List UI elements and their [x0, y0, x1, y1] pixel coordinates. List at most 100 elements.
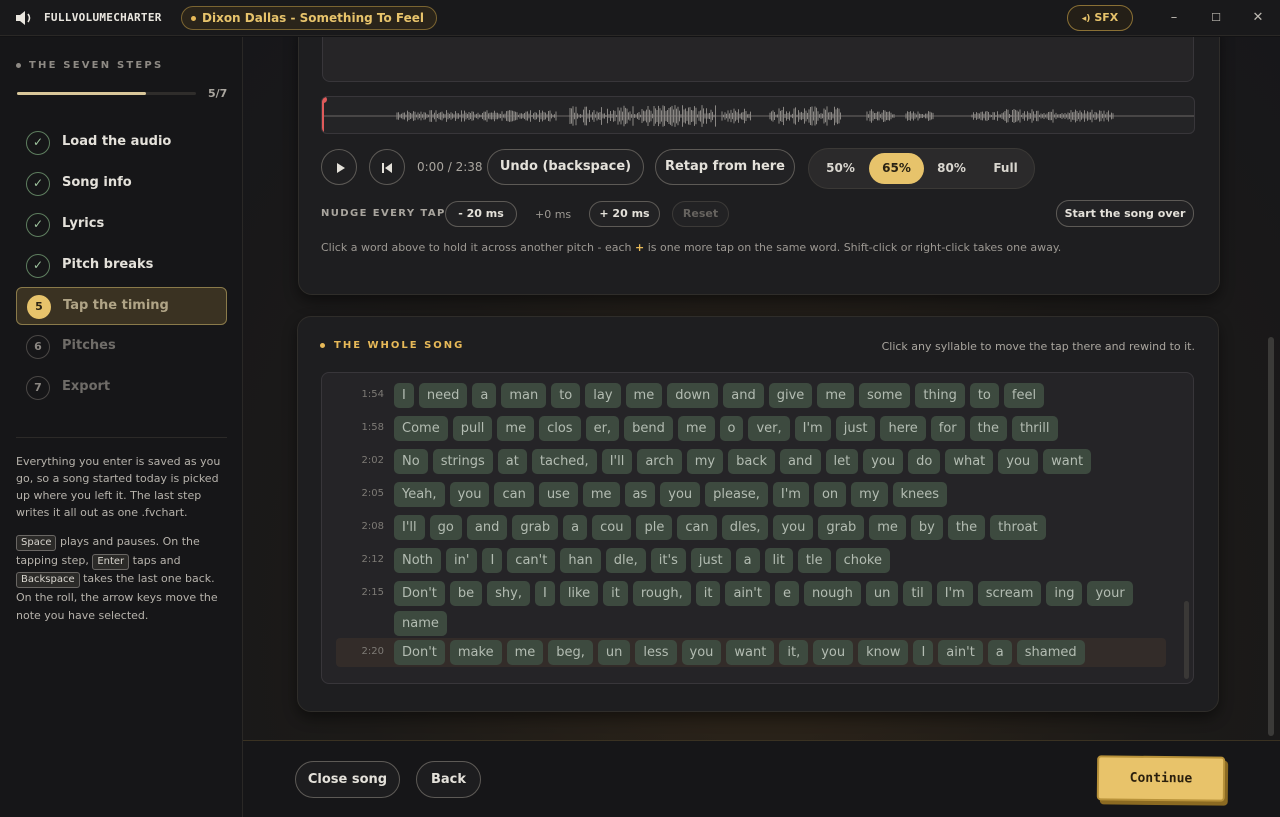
- speed-80[interactable]: 80%: [924, 153, 979, 184]
- syllable-chip[interactable]: the: [947, 515, 986, 540]
- back-button[interactable]: Back: [416, 761, 481, 798]
- lyrics-list[interactable]: 1:54 Ineed a man to lay me down and give me some thi…: [321, 372, 1194, 684]
- syllable-chip[interactable]: give: [768, 383, 813, 408]
- step-pitches[interactable]: 6 Pitches: [16, 328, 227, 366]
- syllable-chip[interactable]: grab: [512, 515, 559, 540]
- syllable-chip[interactable]: you: [863, 449, 904, 474]
- syllable-chip[interactable]: strings: [432, 449, 493, 474]
- syllable-chip[interactable]: please,: [705, 482, 768, 507]
- syllable-chip[interactable]: a: [472, 383, 497, 408]
- syllable-chip[interactable]: by: [910, 515, 943, 540]
- syllable-chip[interactable]: can: [494, 482, 534, 507]
- syllable-chip[interactable]: ing: [1046, 581, 1083, 606]
- step-song-info[interactable]: ✓ Song info: [16, 165, 227, 203]
- syllable-chip[interactable]: cou: [592, 515, 632, 540]
- syllable-chip[interactable]: less: [635, 640, 677, 665]
- syllable-chip[interactable]: I'm: [772, 482, 809, 507]
- maximize-button[interactable]: ☐: [1206, 8, 1226, 28]
- syllable-chip[interactable]: dle,: [605, 548, 646, 573]
- syllable-chip[interactable]: you: [998, 449, 1039, 474]
- syllable-chip[interactable]: you: [681, 640, 722, 665]
- syllable-chip[interactable]: what: [945, 449, 994, 474]
- syllable-chip[interactable]: just: [835, 416, 876, 441]
- syllable-chip[interactable]: you: [773, 515, 814, 540]
- syllable-chip[interactable]: it,: [779, 640, 809, 665]
- nudge-reset-button[interactable]: Reset: [672, 201, 729, 227]
- syllable-chip[interactable]: a: [563, 515, 588, 540]
- close-window-button[interactable]: ✕: [1248, 8, 1268, 28]
- syllable-chip[interactable]: lay: [585, 383, 621, 408]
- syllable-chip[interactable]: here: [880, 416, 926, 441]
- syllable-chip[interactable]: o: [719, 416, 744, 441]
- syllable-chip[interactable]: choke: [835, 548, 890, 573]
- syllable-chip[interactable]: and: [466, 515, 508, 540]
- syllable-chip[interactable]: it: [603, 581, 628, 606]
- syllable-chip[interactable]: at: [497, 449, 527, 474]
- syllable-chip[interactable]: want: [726, 640, 775, 665]
- syllable-chip[interactable]: pull: [452, 416, 493, 441]
- step-export[interactable]: 7 Export: [16, 369, 227, 407]
- syllable-chip[interactable]: I: [394, 383, 414, 408]
- syllable-chip[interactable]: you: [813, 640, 854, 665]
- syllable-chip[interactable]: un: [865, 581, 899, 606]
- syllable-chip[interactable]: me: [497, 416, 535, 441]
- nudge-minus-button[interactable]: - 20 ms: [445, 201, 517, 227]
- syllable-chip[interactable]: ver,: [748, 416, 790, 441]
- syllable-chip[interactable]: for: [930, 416, 965, 441]
- step-lyrics[interactable]: ✓ Lyrics: [16, 206, 227, 244]
- syllable-chip[interactable]: know: [858, 640, 909, 665]
- continue-button[interactable]: Continue: [1096, 755, 1226, 802]
- syllable-chip[interactable]: like: [559, 581, 599, 606]
- syllable-chip[interactable]: I'll: [394, 515, 425, 540]
- syllable-chip[interactable]: go: [429, 515, 462, 540]
- syllable-chip[interactable]: I'll: [601, 449, 633, 474]
- syllable-chip[interactable]: on: [813, 482, 847, 507]
- syllable-chip[interactable]: I: [482, 548, 503, 573]
- syllable-chip[interactable]: you: [449, 482, 490, 507]
- syllable-chip[interactable]: to: [969, 383, 999, 408]
- syllable-chip[interactable]: in': [446, 548, 478, 573]
- speed-50[interactable]: 50%: [813, 153, 868, 184]
- syllable-chip[interactable]: let: [825, 449, 859, 474]
- syllable-chip[interactable]: be: [449, 581, 483, 606]
- syllable-chip[interactable]: rough,: [632, 581, 691, 606]
- syllable-chip[interactable]: it's: [650, 548, 686, 573]
- syllable-chip[interactable]: Don't: [394, 581, 445, 606]
- syllable-chip[interactable]: knees: [892, 482, 948, 507]
- syllable-chip[interactable]: bend: [624, 416, 673, 441]
- syllable-chip[interactable]: me: [625, 383, 663, 408]
- syllable-chip[interactable]: I'm: [794, 416, 831, 441]
- syllable-chip[interactable]: can: [677, 515, 717, 540]
- syllable-chip[interactable]: you: [660, 482, 701, 507]
- syllable-chip[interactable]: to: [551, 383, 581, 408]
- syllable-chip[interactable]: me: [677, 416, 715, 441]
- syllable-chip[interactable]: beg,: [548, 640, 593, 665]
- speed-full[interactable]: Full: [978, 153, 1033, 184]
- syllable-chip[interactable]: e: [774, 581, 799, 606]
- syllable-chip[interactable]: me: [817, 383, 854, 408]
- step-tap-timing[interactable]: 5 Tap the timing: [16, 287, 227, 325]
- close-song-button[interactable]: Close song: [295, 761, 400, 798]
- syllable-chip[interactable]: throat: [990, 515, 1046, 540]
- syllable-chip[interactable]: er,: [585, 416, 620, 441]
- syllable-chip[interactable]: grab: [818, 515, 865, 540]
- syllable-chip[interactable]: shy,: [487, 581, 530, 606]
- syllable-chip[interactable]: til: [903, 581, 932, 606]
- syllable-chip[interactable]: shamed: [1016, 640, 1085, 665]
- skip-back-button[interactable]: [369, 149, 405, 185]
- syllable-chip[interactable]: scream: [977, 581, 1042, 606]
- syllable-chip[interactable]: do: [908, 449, 941, 474]
- syllable-chip[interactable]: want: [1043, 449, 1092, 474]
- syllable-chip[interactable]: a: [735, 548, 760, 573]
- syllable-chip[interactable]: Don't: [394, 640, 445, 665]
- syllable-chip[interactable]: clos: [539, 416, 581, 441]
- syllable-chip[interactable]: un: [597, 640, 631, 665]
- syllable-chip[interactable]: your: [1087, 581, 1133, 606]
- syllable-chip[interactable]: need: [418, 383, 468, 408]
- syllable-chip[interactable]: ain't: [725, 581, 770, 606]
- syllable-chip[interactable]: I: [534, 581, 555, 606]
- syllable-chip[interactable]: a: [987, 640, 1012, 665]
- sfx-toggle-button[interactable]: ◂) SFX: [1067, 5, 1133, 31]
- syllable-chip[interactable]: han: [560, 548, 601, 573]
- syllable-chip[interactable]: dles,: [721, 515, 769, 540]
